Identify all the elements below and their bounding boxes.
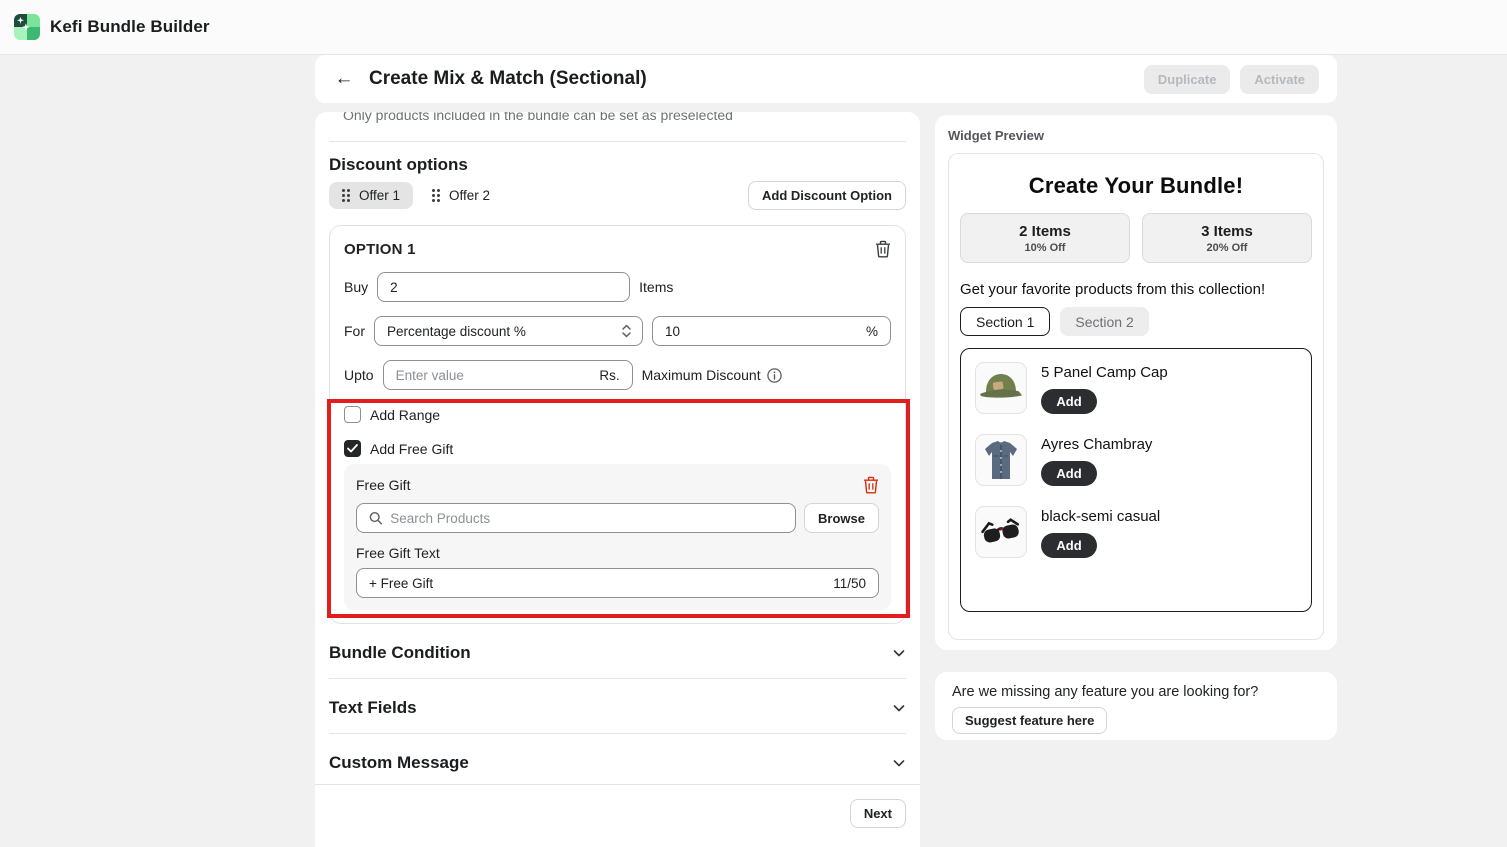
next-button[interactable]: Next [850,799,906,828]
currency-suffix: Rs. [599,368,619,383]
option-title: OPTION 1 [344,241,416,258]
tier-button-2-items[interactable]: 2 Items 10% Off [960,213,1130,263]
buy-quantity-input[interactable] [390,280,617,295]
add-range-checkbox-row[interactable]: Add Range [344,406,891,423]
drag-handle-icon[interactable] [342,189,350,202]
add-free-gift-label: Add Free Gift [370,441,453,457]
page-header: ← Create Mix & Match (Sectional) Duplica… [315,55,1337,103]
option-1-card: OPTION 1 Buy Items For Percentage discou… [329,225,906,624]
custom-message-accordion[interactable]: Custom Message [329,750,906,776]
checkmark-icon [347,444,358,453]
product-row: Ayres Chambray Add [975,434,1297,486]
chevron-down-icon [892,756,906,770]
discount-type-value: Percentage discount % [387,324,621,339]
items-label: Items [639,279,673,295]
add-free-gift-checkbox-row[interactable]: Add Free Gift [344,440,891,457]
suggest-feature-button[interactable]: Suggest feature here [952,707,1107,734]
discount-value-input[interactable] [665,324,866,339]
app-title: Kefi Bundle Builder [50,17,210,37]
remove-free-gift-icon[interactable] [863,476,879,494]
maximum-discount-label: Maximum Discount [642,367,761,383]
free-gift-panel: Free Gift Browse Free Gift Text [344,464,891,610]
add-range-checkbox[interactable] [344,406,361,423]
feature-question: Are we missing any feature you are looki… [952,684,1320,700]
select-chevrons-icon [621,323,632,339]
upto-label: Upto [344,367,374,383]
products-list-card: 5 Panel Camp Cap Add Ayres Chambray [960,348,1312,612]
widget-preview-card: Create Your Bundle! 2 Items 10% Off 3 It… [948,153,1324,640]
free-gift-text-field[interactable]: 11/50 [356,568,879,598]
bundle-condition-accordion[interactable]: Bundle Condition [329,640,906,666]
buy-label: Buy [344,279,368,295]
product-row: 5 Panel Camp Cap Add [975,362,1297,414]
page-title: Create Mix & Match (Sectional) [369,68,1130,90]
offer-tabs-row: Offer 1 Offer 2 Add Discount Option [329,180,906,210]
feature-suggestion-box: Are we missing any feature you are looki… [935,672,1337,740]
add-free-gift-checkbox[interactable] [344,440,361,457]
percent-suffix: % [866,324,878,339]
discount-type-select[interactable]: Percentage discount % [374,316,643,346]
chevron-down-icon [892,646,906,660]
section-2-tab[interactable]: Section 2 [1060,307,1148,336]
offer-tab-label: Offer 1 [359,188,400,203]
section-1-tab[interactable]: Section 1 [960,307,1050,336]
free-gift-search-input[interactable] [390,511,783,526]
product-name: black-semi casual [1041,508,1160,525]
collection-subtitle: Get your favorite products from this col… [960,281,1312,298]
upto-value-input[interactable] [396,368,592,383]
add-product-button[interactable]: Add [1041,533,1097,558]
offer-tab-label: Offer 2 [449,188,490,203]
char-counter: 11/50 [833,576,866,591]
product-image-shirt [975,434,1027,486]
info-icon[interactable] [767,368,782,383]
free-gift-label: Free Gift [356,477,410,493]
search-icon [369,511,382,525]
free-gift-text-label: Free Gift Text [356,545,879,561]
upto-value-field[interactable]: Rs. [383,360,633,390]
bundle-form-card: Only products included in the bundle can… [315,112,920,847]
app-logo-icon [14,14,40,40]
text-fields-accordion[interactable]: Text Fields [329,695,906,721]
back-arrow-icon[interactable]: ← [333,68,355,90]
buy-quantity-field[interactable] [377,272,630,302]
product-image-cap [975,362,1027,414]
offer-tab-1[interactable]: Offer 1 [329,182,413,209]
for-label: For [344,323,365,339]
free-gift-text-input[interactable] [369,576,833,591]
preselected-note: Only products included in the bundle can… [329,112,906,124]
widget-preview-label: Widget Preview [948,128,1324,143]
top-bar: Kefi Bundle Builder [0,0,1507,55]
product-name: Ayres Chambray [1041,436,1152,453]
divider [315,784,920,785]
offer-tab-2[interactable]: Offer 2 [419,182,503,209]
drag-handle-icon[interactable] [432,189,440,202]
product-row: black-semi casual Add [975,506,1297,558]
discount-options-heading: Discount options [329,155,906,175]
browse-button[interactable]: Browse [804,503,879,533]
activate-button[interactable]: Activate [1240,65,1319,94]
product-name: 5 Panel Camp Cap [1041,364,1168,381]
divider [329,733,906,734]
add-product-button[interactable]: Add [1041,461,1097,486]
widget-preview-panel: Widget Preview Create Your Bundle! 2 Ite… [935,115,1337,650]
duplicate-button[interactable]: Duplicate [1144,65,1231,94]
delete-option-icon[interactable] [875,240,891,258]
divider [329,678,906,679]
bundle-title: Create Your Bundle! [960,173,1312,199]
add-range-label: Add Range [370,407,440,423]
free-gift-search-field[interactable] [356,503,796,533]
tier-button-3-items[interactable]: 3 Items 20% Off [1142,213,1312,263]
discount-value-field[interactable]: % [652,316,891,346]
divider [329,141,906,142]
add-product-button[interactable]: Add [1041,389,1097,414]
chevron-down-icon [892,701,906,715]
add-discount-option-button[interactable]: Add Discount Option [748,181,906,210]
product-image-sunglasses [975,506,1027,558]
